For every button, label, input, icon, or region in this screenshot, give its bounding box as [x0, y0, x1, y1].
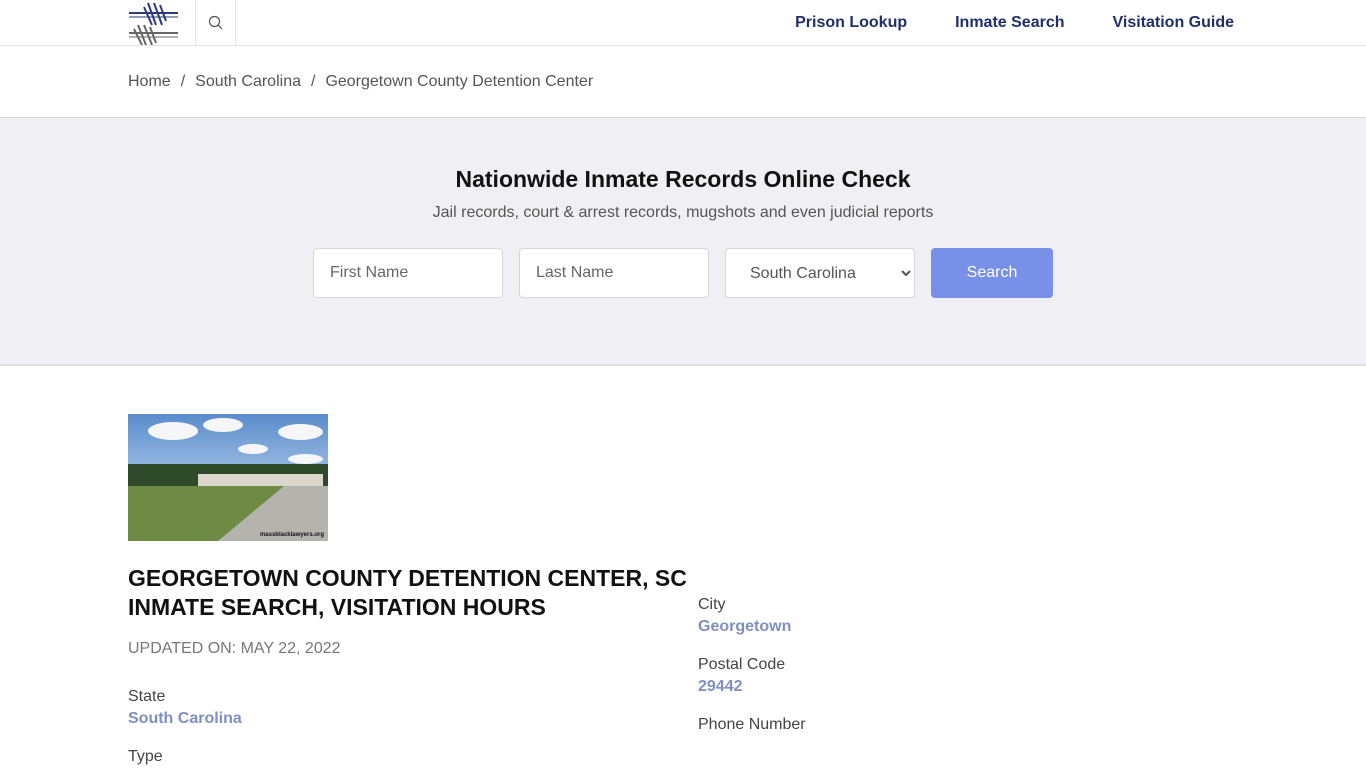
nav-prison-lookup[interactable]: Prison Lookup	[795, 14, 907, 32]
field-phone-number: Phone Number	[698, 716, 1238, 734]
field-state: State South Carolina	[128, 688, 698, 728]
field-label: City	[698, 596, 726, 613]
photo-credit: massblacklawyers.org	[259, 532, 324, 538]
field-postal-code: Postal Code 29442	[698, 656, 1238, 696]
updated-date: UPDATED ON: MAY 22, 2022	[128, 640, 341, 657]
site-logo[interactable]	[128, 0, 195, 45]
search-button[interactable]	[195, 0, 236, 45]
barbed-wire-logo-icon	[129, 2, 178, 45]
field-label: State	[128, 688, 166, 705]
facility-title-line2: Inmate Search, Visitation Hours	[128, 594, 546, 620]
hero-subtitle: Jail records, court & arrest records, mu…	[432, 204, 934, 221]
search-icon	[208, 15, 222, 29]
facility-photo: massblacklawyers.org	[128, 414, 328, 541]
breadcrumb-current: Georgetown County Detention Center	[325, 72, 594, 90]
facility-title: Georgetown County Detention Center, SC I…	[128, 564, 688, 622]
state-select[interactable]: South Carolina	[725, 248, 915, 298]
field-type: Type	[128, 748, 698, 766]
last-name-input[interactable]	[519, 248, 709, 298]
field-value-link[interactable]: 29442	[698, 678, 1238, 696]
nav-inmate-search[interactable]: Inmate Search	[955, 14, 1064, 32]
nav-visitation-guide[interactable]: Visitation Guide	[1113, 14, 1235, 32]
first-name-input[interactable]	[313, 248, 503, 298]
hero-title: Nationwide Inmate Records Online Check	[455, 166, 911, 192]
site-header: Prison Lookup Inmate Search Visitation G…	[0, 0, 1366, 46]
field-label: Phone Number	[698, 716, 806, 733]
facility-content: massblacklawyers.org Georgetown County D…	[0, 366, 1366, 766]
breadcrumb: Home / South Carolina / Georgetown Count…	[0, 46, 1366, 118]
facility-details: UPDATED ON: MAY 22, 2022 State South Car…	[128, 596, 1238, 766]
field-value-link[interactable]: Georgetown	[698, 618, 1238, 636]
main-nav: Prison Lookup Inmate Search Visitation G…	[747, 14, 1238, 32]
facility-title-line1: Georgetown County Detention Center, SC	[128, 565, 687, 591]
search-submit-button[interactable]: Search	[931, 248, 1053, 298]
search-hero: Nationwide Inmate Records Online Check J…	[0, 118, 1366, 366]
inmate-search-form: South Carolina Search	[0, 248, 1366, 298]
field-city: City Georgetown	[698, 596, 1238, 636]
breadcrumb-separator: /	[180, 72, 186, 90]
breadcrumb-separator: /	[310, 72, 316, 90]
breadcrumb-home[interactable]: Home	[128, 73, 171, 91]
field-label: Type	[128, 748, 163, 765]
field-label: Postal Code	[698, 656, 786, 673]
breadcrumb-state[interactable]: South Carolina	[195, 73, 301, 91]
field-value-link[interactable]: South Carolina	[128, 710, 698, 728]
